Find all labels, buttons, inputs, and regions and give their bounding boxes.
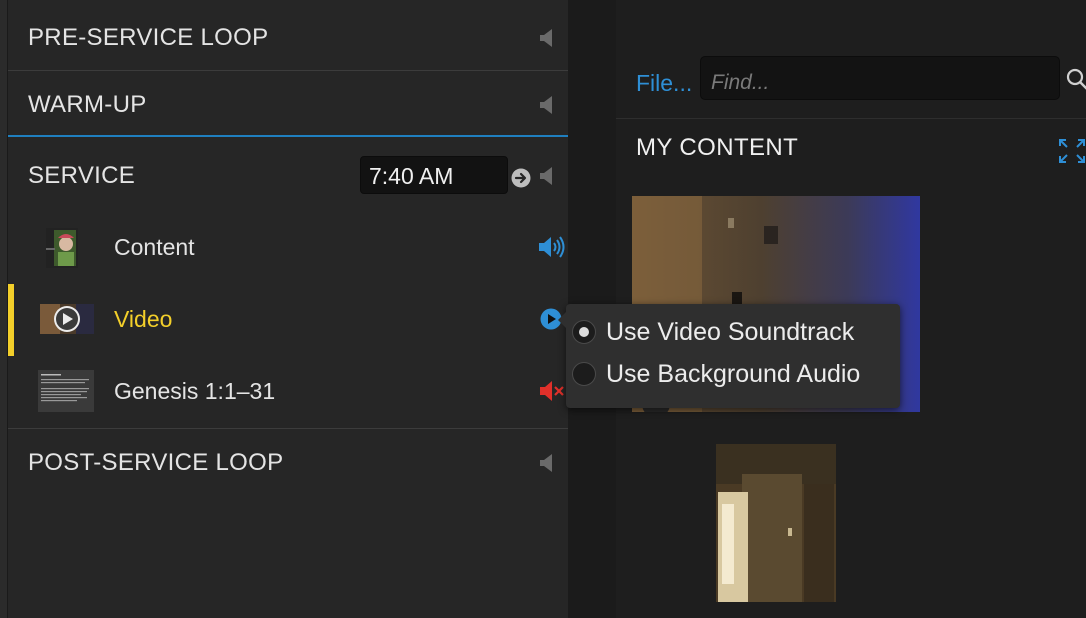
speaker-on-icon[interactable] xyxy=(539,236,565,258)
section-divider-selected xyxy=(8,135,568,137)
video-thumbnail xyxy=(40,304,94,334)
section-title-warm-up: WARM-UP xyxy=(28,91,147,118)
speaker-icon[interactable] xyxy=(540,95,554,115)
option-label: Use Video Soundtrack xyxy=(606,318,855,346)
search-input[interactable] xyxy=(700,56,1060,100)
popup-arrow xyxy=(558,312,566,328)
section-title-service: SERVICE xyxy=(28,162,136,189)
expand-icon[interactable] xyxy=(1058,138,1086,164)
service-order-panel: PRE-SERVICE LOOP WARM-UP SERVICE 7:40 AM xyxy=(8,0,568,618)
service-item-label: Video xyxy=(114,306,173,332)
service-item-video[interactable]: Video xyxy=(8,284,568,354)
section-warm-up[interactable]: WARM-UP xyxy=(8,71,568,135)
file-link[interactable]: File... xyxy=(636,70,692,97)
speaker-icon[interactable] xyxy=(540,166,554,186)
speaker-icon[interactable] xyxy=(540,453,554,473)
scripture-thumbnail xyxy=(38,370,94,412)
option-video-soundtrack[interactable]: Use Video Soundtrack xyxy=(572,314,892,350)
arrow-right-circle-icon[interactable] xyxy=(511,168,531,188)
option-label: Use Background Audio xyxy=(606,360,861,388)
section-pre-service[interactable]: PRE-SERVICE LOOP xyxy=(8,0,568,70)
section-post-service[interactable]: POST-SERVICE LOOP xyxy=(8,429,568,499)
section-title-post-service: POST-SERVICE LOOP xyxy=(28,449,284,476)
service-item-scripture[interactable]: Genesis 1:1–31 xyxy=(8,356,568,426)
speaker-muted-icon[interactable] xyxy=(540,380,566,402)
speaker-icon[interactable] xyxy=(540,28,554,48)
service-item-label: Content xyxy=(114,234,195,260)
section-title-pre-service: PRE-SERVICE LOOP xyxy=(28,24,269,51)
option-background-audio[interactable]: Use Background Audio xyxy=(572,356,892,392)
search-icon[interactable] xyxy=(1066,68,1086,90)
radio-button-selected[interactable] xyxy=(572,320,596,344)
library-heading: MY CONTENT xyxy=(636,134,799,161)
service-time-field[interactable]: 7:40 AM xyxy=(360,156,508,194)
service-item-content[interactable]: Content xyxy=(8,212,568,282)
media-thumbnail[interactable] xyxy=(716,444,836,602)
audio-options-popup: Use Video Soundtrack Use Background Audi… xyxy=(558,304,900,408)
content-thumbnail xyxy=(46,228,78,268)
service-item-label: Genesis 1:1–31 xyxy=(114,378,276,404)
left-edge-strip xyxy=(0,0,8,618)
library-divider xyxy=(616,118,1086,119)
radio-button[interactable] xyxy=(572,362,596,386)
